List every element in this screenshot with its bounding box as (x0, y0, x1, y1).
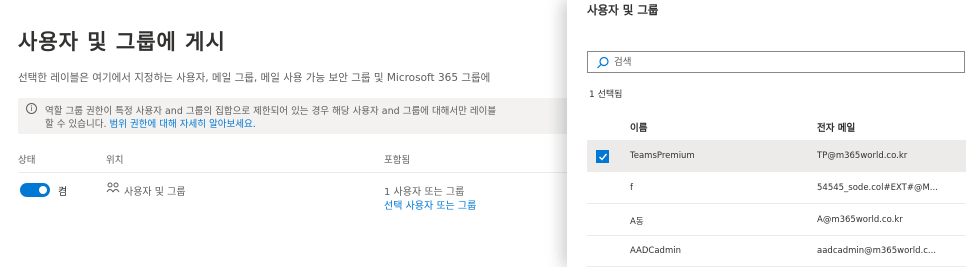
row-email: TP@m365world.co.kr (817, 151, 908, 161)
status-label: 켬 (58, 187, 68, 198)
included-count: 1 사용자 또는 그룹 (384, 187, 465, 198)
row-checkbox[interactable] (596, 150, 609, 163)
row-name: f (630, 183, 633, 193)
page-description: 선택한 레이블은 여기에서 지정하는 사용자, 메일 그룹, 메일 사용 가능 … (18, 72, 491, 84)
info-text-prefix: 할 수 있습니다. (45, 119, 107, 130)
row-email: A@m365world.co.kr (817, 215, 903, 225)
location-label: 사용자 및 그룹 (124, 187, 186, 198)
row-name: TeamsPremium (630, 151, 695, 161)
column-header-email[interactable]: 전자 메일 (817, 120, 855, 134)
page-title: 사용자 및 그룹에 게시 (18, 30, 226, 54)
users-groups-panel: 사용자 및 그룹 1 선택됨 이름 전자 메일 TeamsPremium TP@… (567, 0, 966, 267)
table-row[interactable]: AADCadmin aadcadmin@m365world.c... (587, 236, 966, 267)
row-email: 54545_sode.col#EXT#@M... (817, 183, 938, 193)
info-message: i 역할 그룹 권한이 특정 사용자 and 그룹의 집합으로 제한되어 있는 … (18, 98, 618, 134)
search-box[interactable] (587, 51, 965, 73)
row-name: A동 (630, 217, 644, 227)
table-row[interactable]: TeamsPremium TP@m365world.co.kr (587, 141, 966, 172)
search-input[interactable] (614, 53, 954, 71)
selected-count: 1 선택됨 (589, 90, 623, 100)
row-name: AADCadmin (630, 246, 681, 256)
row-email: aadcadmin@m365world.c... (817, 246, 937, 256)
column-header-included: 포함됨 (384, 155, 411, 166)
search-icon (597, 56, 609, 69)
header-divider (18, 172, 578, 173)
status-toggle[interactable] (20, 183, 50, 197)
info-text: 역할 그룹 권한이 특정 사용자 and 그룹의 집합으로 제한되어 있는 경우… (45, 106, 497, 117)
select-users-link[interactable]: 선택 사용자 또는 그룹 (384, 197, 476, 212)
checkmark-icon (599, 153, 608, 161)
toggle-knob (39, 186, 47, 194)
users-icon (106, 182, 120, 197)
column-header-location: 위치 (106, 155, 124, 166)
column-header-name[interactable]: 이름 (630, 120, 647, 134)
learn-more-link[interactable]: 범위 권한에 대해 자세히 알아보세요. (110, 119, 256, 130)
info-icon: i (26, 103, 37, 114)
table-row[interactable]: A동 A@m365world.co.kr (587, 205, 966, 236)
panel-title: 사용자 및 그룹 (587, 3, 659, 17)
column-header-status: 상태 (18, 155, 36, 166)
table-row[interactable]: f 54545_sode.col#EXT#@M... (587, 173, 966, 204)
info-text-2: 할 수 있습니다. 범위 권한에 대해 자세히 알아보세요. (45, 116, 256, 130)
